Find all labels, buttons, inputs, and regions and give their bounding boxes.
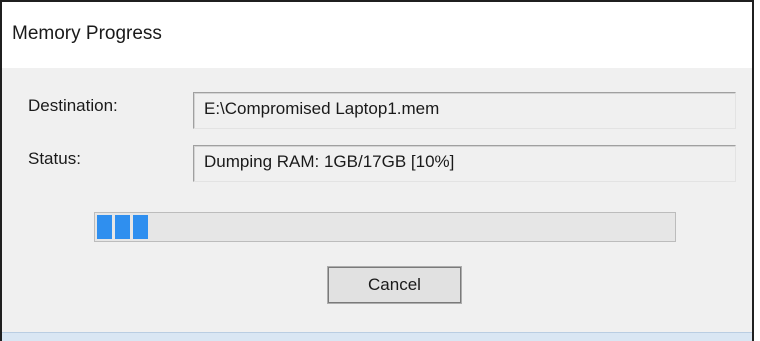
dialog-title: Memory Progress [12, 23, 162, 44]
cancel-button-label: Cancel [368, 275, 421, 294]
memory-progress-dialog: Memory Progress Destination: E:\Compromi… [0, 0, 754, 341]
destination-label: Destination: [28, 96, 118, 115]
status-label: Status: [28, 149, 81, 168]
status-value: Dumping RAM: 1GB/17GB [10%] [204, 152, 455, 171]
progress-chunk [115, 215, 130, 239]
progress-bar-fill [97, 215, 155, 239]
cancel-button[interactable]: Cancel [327, 266, 462, 304]
destination-value: E:\Compromised Laptop1.mem [204, 99, 440, 118]
title-bar: Memory Progress [2, 2, 752, 68]
window-bottom-edge [2, 332, 752, 341]
status-field: Dumping RAM: 1GB/17GB [10%] [193, 145, 736, 182]
progress-chunk [97, 215, 112, 239]
dialog-body: Destination: E:\Compromised Laptop1.mem … [2, 68, 752, 335]
destination-field: E:\Compromised Laptop1.mem [193, 92, 736, 129]
progress-chunk [133, 215, 148, 239]
progress-bar [94, 212, 676, 242]
